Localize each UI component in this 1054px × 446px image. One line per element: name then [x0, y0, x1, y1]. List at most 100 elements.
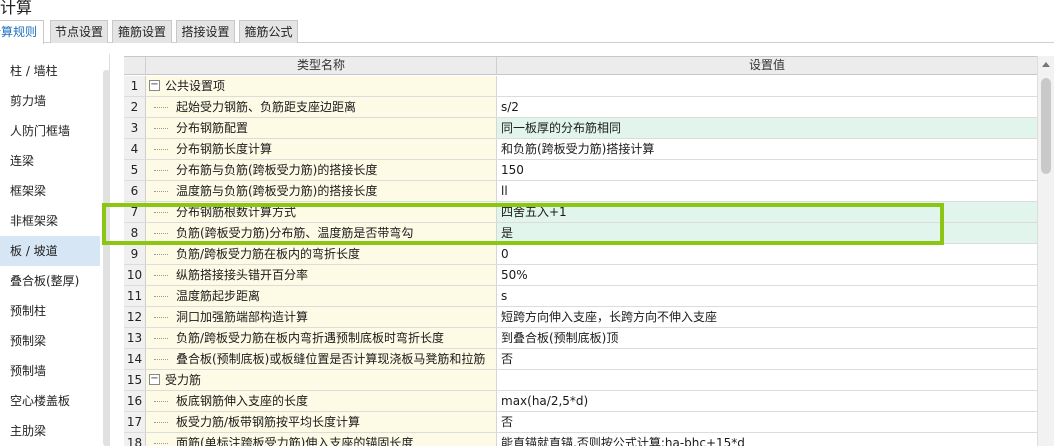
tab-bar: 计算规则 节点设置 箍筋设置 搭接设置 箍筋公式: [0, 20, 1054, 44]
type-name-cell: 叠合板(预制底板)或板缝位置是否计算现浇板马凳筋和拉筋: [146, 349, 497, 369]
tab-node-settings[interactable]: 节点设置: [50, 20, 108, 43]
type-name-cell: 板受力筋/板带钢筋按平均长度计算: [146, 412, 497, 432]
type-name-cell: 起始受力钢筋、负筋距支座边距离: [146, 97, 497, 117]
tree-connector: [154, 107, 168, 108]
tree-connector: [154, 128, 168, 129]
tree-connector: [154, 170, 168, 171]
type-name: 分布筋与负筋(跨板受力筋)的搭接长度: [176, 163, 378, 177]
table-row[interactable]: 10 纵筋搭接接头错开百分率 50%: [124, 265, 1037, 286]
row-number: 2: [124, 97, 146, 117]
row-number: 14: [124, 349, 146, 369]
setting-value[interactable]: 到叠合板(预制底板)顶: [497, 328, 1037, 348]
top-strip: 计算: [0, 0, 1054, 18]
group-name-cell: − 公共设置项: [146, 76, 497, 96]
row-number: 9: [124, 244, 146, 264]
table-row[interactable]: 1 − 公共设置项: [124, 76, 1037, 97]
sidebar-item-slab-ramp[interactable]: 板 / 坡道: [0, 236, 100, 266]
table-row[interactable]: 13 负筋/跨板受力筋在板内弯折遇预制底板时弯折长度 到叠合板(预制底板)顶: [124, 328, 1037, 349]
table-row[interactable]: 6 温度筋与负筋(跨板受力筋)的搭接长度 ll: [124, 181, 1037, 202]
sidebar-scrollbar[interactable]: [103, 70, 110, 446]
row-number: 10: [124, 265, 146, 285]
sidebar-item-composite-slab[interactable]: 叠合板(整厚): [0, 266, 100, 296]
setting-value[interactable]: s/2: [497, 97, 1037, 117]
setting-value[interactable]: 150: [497, 160, 1037, 180]
sidebar-item-shear-wall[interactable]: 剪力墙: [0, 86, 100, 116]
tree-connector: [154, 338, 168, 339]
sidebar-item-precast-wall[interactable]: 预制墙: [0, 356, 100, 386]
grid-scrollbar[interactable]: [1037, 56, 1054, 446]
row-number: 18: [124, 433, 146, 446]
collapse-icon[interactable]: −: [149, 80, 160, 91]
window-title: 计算: [0, 0, 33, 17]
row-number: 11: [124, 286, 146, 306]
table-row[interactable]: 2 起始受力钢筋、负筋距支座边距离 s/2: [124, 97, 1037, 118]
table-row[interactable]: 7 分布钢筋根数计算方式 四舍五入+1: [124, 202, 1037, 223]
setting-value[interactable]: 是: [497, 223, 1037, 243]
table-row[interactable]: 15 − 受力筋: [124, 370, 1037, 391]
setting-value[interactable]: 能直锚就直锚,否则按公式计算:ha-bhc+15*d: [497, 433, 1037, 446]
sidebar-item-civil-defense-frame-wall[interactable]: 人防门框墙: [0, 116, 100, 146]
type-name: 温度筋起步距离: [176, 289, 261, 303]
type-name-cell: 分布钢筋长度计算: [146, 139, 497, 159]
type-name-cell: 洞口加强筋端部构造计算: [146, 307, 497, 327]
sidebar-item-frame-beam[interactable]: 框架梁: [0, 176, 100, 206]
sidebar: 柱 / 墙柱 剪力墙 人防门框墙 连梁 框架梁 非框架梁 板 / 坡道 叠合板(…: [0, 54, 110, 446]
type-name: 叠合板(预制底板)或板缝位置是否计算现浇板马凳筋和拉筋: [176, 352, 486, 366]
setting-value[interactable]: max(ha/2,5*d): [497, 391, 1037, 411]
sidebar-item-precast-column[interactable]: 预制柱: [0, 296, 100, 326]
table-row[interactable]: 14 叠合板(预制底板)或板缝位置是否计算现浇板马凳筋和拉筋 否: [124, 349, 1037, 370]
row-number: 3: [124, 118, 146, 138]
setting-value[interactable]: 四舍五入+1: [497, 202, 1037, 222]
setting-value[interactable]: 否: [497, 412, 1037, 432]
sidebar-item-non-frame-beam[interactable]: 非框架梁: [0, 206, 100, 236]
table-row[interactable]: 3 分布钢筋配置 同一板厚的分布筋相同: [124, 118, 1037, 139]
scroll-up-arrow-icon[interactable]: [1042, 62, 1050, 67]
header-setting-value[interactable]: 设置值: [497, 57, 1037, 75]
type-name-cell: 面筋(单标注跨板受力筋)伸入支座的锚固长度: [146, 433, 497, 446]
row-number: 8: [124, 223, 146, 243]
sidebar-item-precast-beam[interactable]: 预制梁: [0, 326, 100, 356]
table-row[interactable]: 16 板底钢筋伸入支座的长度 max(ha/2,5*d): [124, 391, 1037, 412]
table-row[interactable]: 9 负筋/跨板受力筋在板内的弯折长度 0: [124, 244, 1037, 265]
setting-value[interactable]: 0: [497, 244, 1037, 264]
type-name: 板底钢筋伸入支座的长度: [176, 394, 309, 408]
sidebar-item-hollow-floor-slab[interactable]: 空心楼盖板: [0, 386, 100, 416]
setting-value[interactable]: 和负筋(跨板受力筋)搭接计算: [497, 139, 1037, 159]
sidebar-item-main-rib-beam[interactable]: 主肋梁: [0, 416, 100, 446]
tab-stirrup-formula[interactable]: 箍筋公式: [239, 20, 298, 43]
tab-lap-settings[interactable]: 搭接设置: [176, 20, 235, 43]
table-row[interactable]: 8 负筋(跨板受力筋)分布筋、温度筋是否带弯勾 是: [124, 223, 1037, 244]
type-name: 纵筋搭接接头错开百分率: [176, 268, 309, 282]
table-row[interactable]: 12 洞口加强筋端部构造计算 短跨方向伸入支座，长跨方向不伸入支座: [124, 307, 1037, 328]
tab-calc-rules[interactable]: 计算规则: [0, 20, 44, 44]
table-row[interactable]: 17 板受力筋/板带钢筋按平均长度计算 否: [124, 412, 1037, 433]
sidebar-item-coupling-beam[interactable]: 连梁: [0, 146, 100, 176]
type-name-cell: 板底钢筋伸入支座的长度: [146, 391, 497, 411]
type-name-cell: 温度筋与负筋(跨板受力筋)的搭接长度: [146, 181, 497, 201]
sidebar-item-column[interactable]: 柱 / 墙柱: [0, 56, 100, 86]
type-name-cell: 分布钢筋根数计算方式: [146, 202, 497, 222]
tree-connector: [154, 233, 168, 234]
collapse-icon[interactable]: −: [149, 374, 160, 385]
tree-connector: [154, 443, 168, 444]
setting-value[interactable]: 短跨方向伸入支座，长跨方向不伸入支座: [497, 307, 1037, 327]
setting-value[interactable]: 50%: [497, 265, 1037, 285]
header-type-name[interactable]: 类型名称: [146, 57, 497, 75]
tab-stirrup-settings[interactable]: 箍筋设置: [112, 20, 172, 43]
row-number: 6: [124, 181, 146, 201]
table-row[interactable]: 4 分布钢筋长度计算 和负筋(跨板受力筋)搭接计算: [124, 139, 1037, 160]
scrollbar-thumb[interactable]: [1041, 78, 1051, 174]
settings-grid: 类型名称 设置值 1 − 公共设置项 2 起始受力钢筋、负筋距支座边距离 s/2…: [124, 56, 1037, 446]
table-row[interactable]: 5 分布筋与负筋(跨板受力筋)的搭接长度 150: [124, 160, 1037, 181]
setting-value[interactable]: 否: [497, 349, 1037, 369]
type-name-cell: 负筋/跨板受力筋在板内弯折遇预制底板时弯折长度: [146, 328, 497, 348]
type-name: 洞口加强筋端部构造计算: [176, 310, 309, 324]
type-name: 负筋/跨板受力筋在板内的弯折长度: [176, 247, 361, 261]
table-row[interactable]: 18 面筋(单标注跨板受力筋)伸入支座的锚固长度 能直锚就直锚,否则按公式计算:…: [124, 433, 1037, 446]
setting-value[interactable]: 同一板厚的分布筋相同: [497, 118, 1037, 138]
table-row[interactable]: 11 温度筋起步距离 s: [124, 286, 1037, 307]
setting-value[interactable]: ll: [497, 181, 1037, 201]
setting-value[interactable]: s: [497, 286, 1037, 306]
type-name-cell: 温度筋起步距离: [146, 286, 497, 306]
type-name: 面筋(单标注跨板受力筋)伸入支座的锚固长度: [176, 436, 414, 446]
